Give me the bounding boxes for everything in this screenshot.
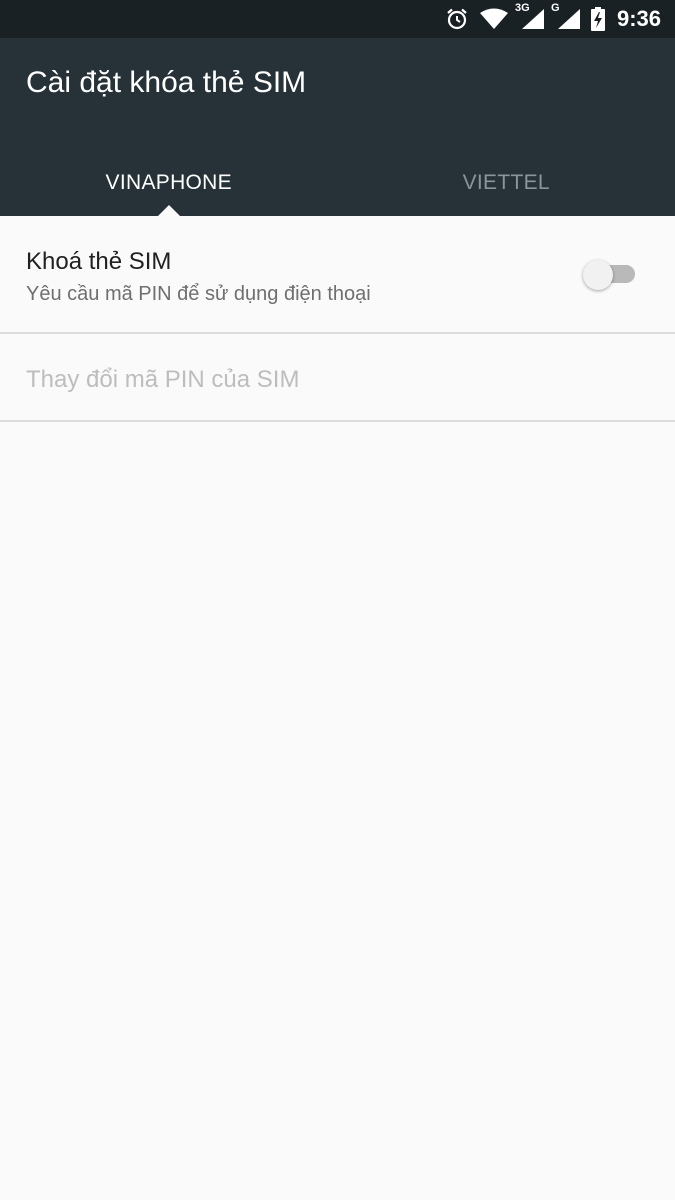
app-bar: Cài đặt khóa thẻ SIM VINAPHONE VIETTEL [0,38,675,216]
tab-viettel[interactable]: VIETTEL [338,150,675,216]
page-title: Cài đặt khóa thẻ SIM [26,66,307,99]
divider [0,420,675,422]
sim-lock-summary: Yêu cầu mã PIN để sử dụng điện thoại [26,283,371,305]
change-pin-setting[interactable]: Thay đổi mã PIN của SIM [0,335,675,420]
sim-lock-toggle[interactable] [583,260,635,290]
change-pin-title: Thay đổi mã PIN của SIM [26,366,300,393]
clock: 9:36 [616,6,661,31]
signal-3g-icon: 3G [515,2,545,30]
network-type-3g: 3G [514,2,530,14]
status-bar: 3G G 9:36 [0,0,675,38]
toggle-thumb [583,260,613,290]
tab-indicator [158,205,180,216]
sim-lock-title: Khoá thẻ SIM [26,248,172,275]
wifi-icon [479,8,509,30]
battery-charging-icon [590,7,605,31]
alarm-icon [445,7,469,31]
signal-g-icon: G [551,2,581,30]
sim-lock-setting[interactable]: Khoá thẻ SIM Yêu cầu mã PIN để sử dụng đ… [0,216,675,333]
sim-tabs: VINAPHONE VIETTEL [0,150,675,216]
divider [0,332,675,334]
network-type-g: G [550,2,560,14]
